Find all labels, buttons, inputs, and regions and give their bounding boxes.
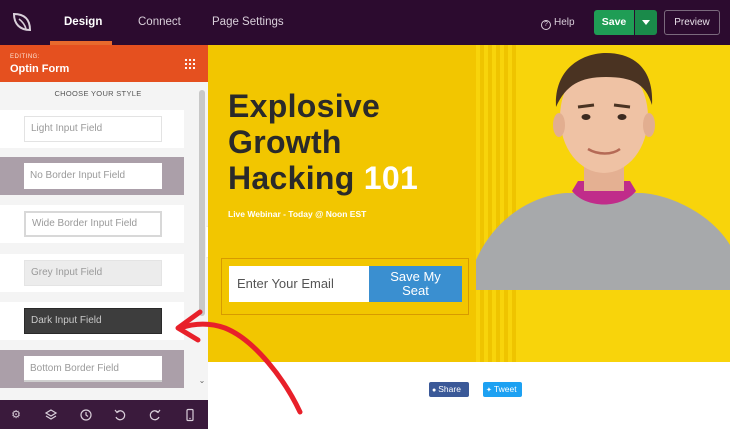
history-icon[interactable] [79, 408, 93, 422]
webinar-subline[interactable]: Live Webinar - Today @ Noon EST [228, 209, 366, 219]
style-label-dark: Dark Input Field [24, 308, 162, 334]
undo-icon[interactable] [113, 408, 127, 422]
help-label: Help [554, 17, 575, 28]
layers-icon[interactable] [44, 408, 58, 422]
facebook-icon: ● [432, 387, 437, 394]
preview-button[interactable]: Preview [664, 10, 720, 35]
editing-label: EDITING: [10, 54, 41, 60]
headline-line-1[interactable]: Explosive [228, 88, 380, 124]
grid-icon[interactable] [184, 58, 196, 70]
save-button[interactable]: Save [594, 10, 634, 35]
style-label-grey: Grey Input Field [24, 260, 162, 286]
style-option-bottom-border[interactable]: Bottom Border Field [0, 350, 184, 388]
style-heading: CHOOSE YOUR STYLE [54, 89, 142, 98]
save-options-chevron-down-icon[interactable] [635, 10, 657, 35]
save-my-seat-button[interactable]: Save My Seat [369, 266, 462, 302]
tab-connect[interactable]: Connect [138, 0, 181, 45]
tweet-label: Tweet [493, 384, 517, 394]
help-link[interactable]: ? Help [541, 0, 575, 45]
facebook-share-button[interactable]: ● Share [429, 382, 469, 397]
redo-icon[interactable] [148, 408, 162, 422]
twitter-tweet-button[interactable]: ✦ Tweet [483, 382, 522, 397]
style-label-light: Light Input Field [24, 116, 162, 142]
headline-accent: 101 [363, 160, 419, 196]
style-option-light[interactable]: Light Input Field [0, 110, 184, 148]
share-label: Share [438, 384, 461, 394]
presenter-photo[interactable] [476, 45, 730, 290]
scroll-thumb[interactable] [199, 90, 205, 316]
editing-title: Optin Form [10, 63, 70, 75]
cta-line-1: Save My [390, 269, 441, 284]
seedprod-logo-icon[interactable] [10, 10, 34, 34]
settings-gear-icon[interactable]: ⚙ [9, 408, 23, 422]
style-option-no-border[interactable]: No Border Input Field [0, 157, 184, 195]
top-bar: Design Connect Page Settings ? Help Save … [0, 0, 730, 45]
style-label-no-border: No Border Input Field [24, 163, 162, 189]
style-label-bottom-border: Bottom Border Field [24, 356, 162, 382]
style-label-wide-border: Wide Border Input Field [24, 211, 162, 237]
headline-line-2[interactable]: Growth [228, 124, 342, 160]
email-input[interactable]: Enter Your Email [229, 266, 369, 302]
tab-page-settings[interactable]: Page Settings [212, 0, 284, 45]
help-icon: ? [541, 20, 551, 30]
tab-design[interactable]: Design [64, 0, 102, 45]
style-option-grey[interactable]: Grey Input Field [0, 254, 184, 292]
twitter-icon: ✦ [486, 387, 492, 394]
style-option-dark[interactable]: Dark Input Field [0, 302, 184, 340]
headline-hacking: Hacking [228, 160, 355, 196]
headline-line-3[interactable]: Hacking 101 [228, 160, 418, 196]
style-option-wide-border[interactable]: Wide Border Input Field [0, 205, 184, 243]
annotation-arrow [175, 309, 303, 415]
editing-header: EDITING: Optin Form [0, 45, 208, 82]
cta-line-2: Seat [402, 283, 429, 298]
